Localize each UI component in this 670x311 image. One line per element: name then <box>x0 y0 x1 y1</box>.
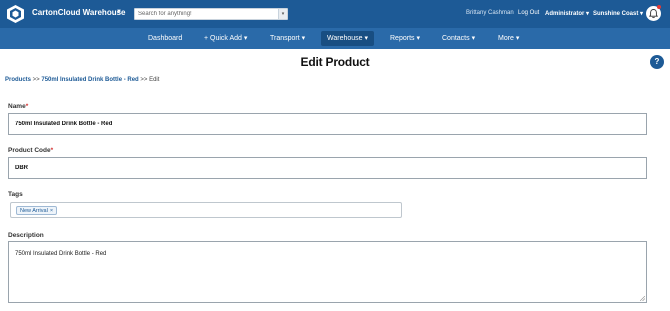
logo-icon[interactable] <box>7 5 24 23</box>
tag-chip: New Arrival × <box>16 206 58 215</box>
breadcrumb-separator: >> <box>31 77 42 83</box>
region-dropdown[interactable]: Sunshine Coast ▾ <box>593 10 643 17</box>
description-textarea[interactable]: 750ml Insulated Drink Bottle - Red <box>9 242 646 302</box>
tags-input[interactable]: New Arrival × <box>10 202 402 218</box>
nav-dashboard[interactable]: Dashboard <box>142 28 188 49</box>
global-search: ▾ <box>134 8 288 20</box>
user-name[interactable]: Brittany Cashman <box>466 10 514 16</box>
name-label-text: Name <box>8 103 26 110</box>
product-code-label-text: Product Code <box>8 147 51 154</box>
role-dropdown[interactable]: Administrator ▾ <box>545 10 589 17</box>
tag-label: New Arrival <box>20 208 48 214</box>
name-label: Name* <box>8 103 28 110</box>
nav-warehouse[interactable]: Warehouse ▾ <box>321 31 374 46</box>
help-button[interactable]: ? <box>650 55 664 69</box>
breadcrumb-product[interactable]: 750ml Insulated Drink Bottle - Red <box>41 77 138 83</box>
close-icon[interactable]: × <box>50 208 53 214</box>
name-field <box>8 113 647 135</box>
nav-transport[interactable]: Transport ▾ <box>264 28 311 49</box>
name-input[interactable] <box>9 114 646 134</box>
nav-quick-add[interactable]: + Quick Add ▾ <box>198 28 253 49</box>
product-code-field <box>8 157 647 179</box>
page-title: Edit Product <box>300 55 370 69</box>
main-nav: Dashboard + Quick Add ▾ Transport ▾ Ware… <box>0 28 670 49</box>
breadcrumb: Products >> 750ml Insulated Drink Bottle… <box>5 77 159 83</box>
logout-link[interactable]: Log Out <box>518 10 539 16</box>
nav-reports[interactable]: Reports ▾ <box>384 28 426 49</box>
app-switcher[interactable]: CartonCloud Warehouse <box>32 8 125 17</box>
product-code-label: Product Code* <box>8 147 53 154</box>
description-field: 750ml Insulated Drink Bottle - Red <box>8 241 647 303</box>
search-input[interactable] <box>138 9 278 19</box>
resize-handle-icon[interactable] <box>640 296 645 301</box>
chevron-down-icon[interactable]: ▼ <box>116 9 122 15</box>
required-marker: * <box>25 103 29 110</box>
breadcrumb-products[interactable]: Products <box>5 77 31 83</box>
nav-more[interactable]: More ▾ <box>492 28 525 49</box>
required-marker: * <box>50 147 54 154</box>
nav-contacts[interactable]: Contacts ▾ <box>436 28 481 49</box>
description-label: Description <box>8 232 44 239</box>
product-code-input[interactable] <box>9 158 646 178</box>
top-header: CartonCloud Warehouse ▼ ▾ Brittany Cashm… <box>0 0 670 28</box>
breadcrumb-separator: >> <box>138 77 150 83</box>
search-dropdown-icon[interactable]: ▾ <box>278 9 287 19</box>
breadcrumb-current: Edit <box>149 77 160 83</box>
tags-label: Tags <box>8 191 23 198</box>
notification-badge <box>657 5 661 9</box>
